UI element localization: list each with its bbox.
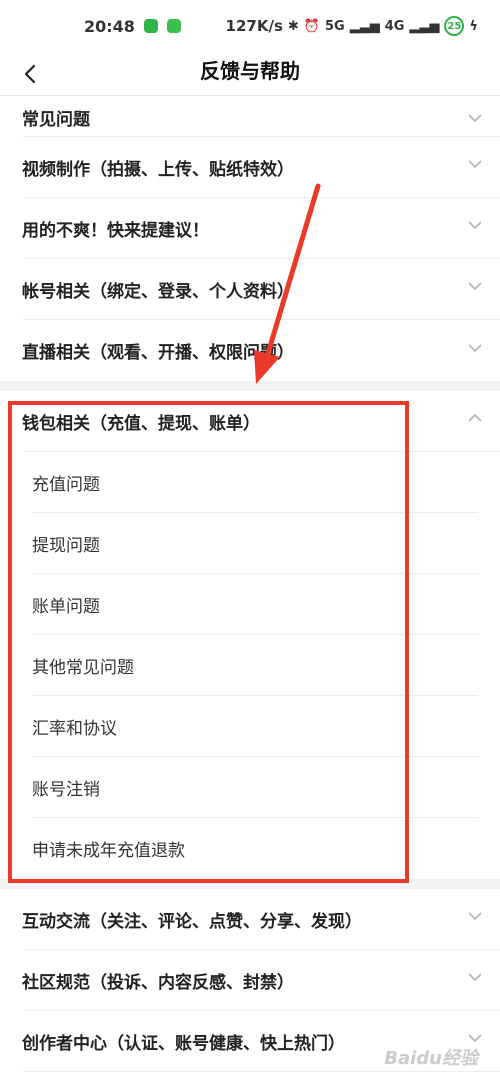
subitem-label: 充值问题 [32,474,100,495]
chevron-up-icon [468,413,482,422]
category-label: 常见问题 [22,110,90,130]
chevron-down-icon [468,114,482,123]
category-row-community[interactable]: 社区规范（投诉、内容反感、封禁） [22,950,500,1011]
signal-bars-2-icon: ▂▃▅ [409,18,440,34]
category-label: 互动交流（关注、评论、点赞、分享、发现） [22,911,362,932]
category-label: 用的不爽！快来提建议！ [22,220,209,241]
section-divider [0,879,500,889]
subitem-label: 提现问题 [32,535,100,556]
subitem-label: 汇率和协议 [32,718,117,739]
subitem-cancel-account[interactable]: 账号注销 [32,757,478,818]
category-row-account[interactable]: 帐号相关（绑定、登录、个人资料） [22,259,500,320]
chevron-down-icon [468,160,482,169]
subitem-label: 申请未成年充值退款 [32,841,185,861]
chevron-down-icon [468,973,482,982]
wechat-icon [143,19,158,33]
subitem-label: 账单问题 [32,596,100,617]
page-title: 反馈与帮助 [200,59,300,83]
chevron-down-icon [468,912,482,921]
category-row-faq[interactable]: 常见问题 [22,97,500,137]
category-row-suggestion[interactable]: 用的不爽！快来提建议！ [22,198,500,259]
subitem-label: 其他常见问题 [32,657,134,678]
category-row-live[interactable]: 直播相关（观看、开播、权限问题） [22,320,500,381]
signal-5g-label: 5G [324,18,345,34]
subitem-other[interactable]: 其他常见问题 [32,635,478,696]
chevron-down-icon [468,221,482,230]
category-row-video[interactable]: 视频制作（拍摄、上传、贴纸特效） [22,137,500,198]
chevron-down-icon [468,343,482,352]
network-speed: 127K/s [225,17,283,35]
faq-category-list: 常见问题 视频制作（拍摄、上传、贴纸特效） 用的不爽！快来提建议！ 帐号相关（绑… [0,97,500,1072]
subitem-exchange[interactable]: 汇率和协议 [32,696,478,757]
charging-icon: ϟ [469,18,478,34]
battery-icon: 25 [444,16,465,36]
category-label: 视频制作（拍摄、上传、贴纸特效） [22,159,294,180]
chevron-down-icon [468,1034,482,1043]
nav-bar: 反馈与帮助 [0,52,500,96]
subitem-minor-refund[interactable]: 申请未成年充值退款 [32,818,478,879]
category-row-interaction[interactable]: 互动交流（关注、评论、点赞、分享、发现） [22,889,500,950]
chevron-down-icon [468,282,482,291]
subitem-recharge[interactable]: 充值问题 [32,452,478,513]
subitem-label: 账号注销 [32,779,100,800]
category-label: 直播相关（观看、开播、权限问题） [22,343,294,363]
watermark: Baidu经验 [384,1048,478,1069]
status-bar: 20:48 127K/s ✱ ⏰ 5G ▂▃▅ 4G ▂▃▅ 25 ϟ [0,0,500,52]
status-indicators: 127K/s ✱ ⏰ 5G ▂▃▅ 4G ▂▃▅ 25 ϟ [226,16,478,36]
category-label: 社区规范（投诉、内容反感、封禁） [22,972,294,993]
alarm-icon: ⏰ [303,18,320,34]
bluetooth-icon: ✱ [287,18,299,34]
signal-4g-label: 4G [384,18,405,34]
message-app-icon [166,19,181,33]
category-label: 钱包相关（充值、提现、账单） [22,413,260,434]
category-label: 创作者中心（认证、账号健康、快上热门） [22,1033,345,1054]
subitem-bill[interactable]: 账单问题 [32,574,478,635]
subitem-withdraw[interactable]: 提现问题 [32,513,478,574]
category-label: 帐号相关（绑定、登录、个人资料） [22,281,294,302]
signal-bars-icon: ▂▃▅ [349,18,380,34]
section-divider [0,381,500,391]
status-time: 20:48 [84,16,135,36]
category-row-wallet[interactable]: 钱包相关（充值、提现、账单） [22,391,500,452]
